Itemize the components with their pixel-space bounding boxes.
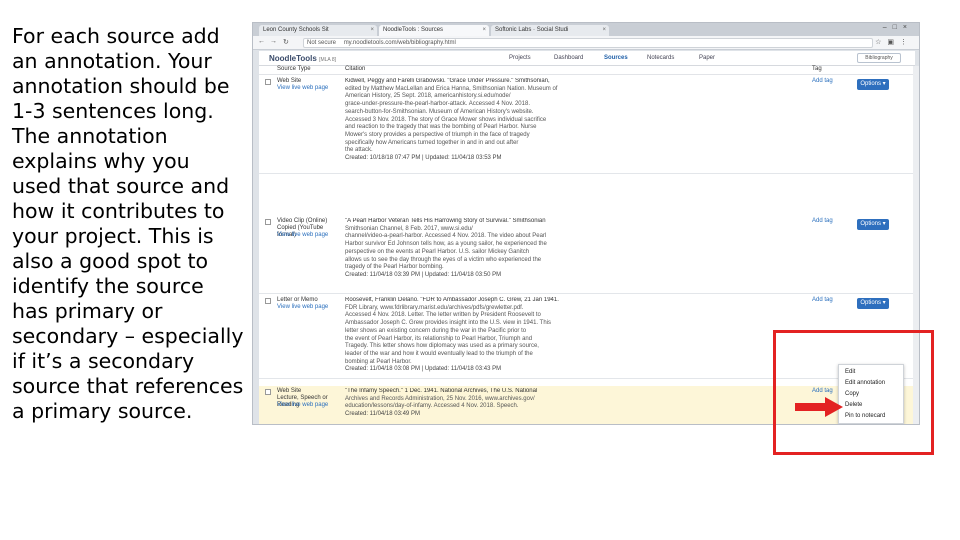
nav-sources[interactable]: Sources [604,55,628,61]
annotation-line: leader of the war and how it would event… [345,350,533,357]
select-checkbox[interactable] [265,219,271,225]
citation: Kidwell, Peggy and Farelli Grabowski. "G… [345,78,683,163]
source-row: Web Site View live web page Kidwell, Peggy… [259,76,915,174]
annotation-line: specifically how Americans turned togeth… [345,139,519,146]
created-timestamp: Created: 11/04/18 03:39 PM | Updated: 11… [345,271,502,278]
options-button[interactable]: Options ▾ [857,219,889,230]
created-timestamp: Created: 11/04/18 03:49 PM [345,411,420,418]
security-label: Not secure [307,40,337,46]
forward-icon[interactable]: → [270,38,277,45]
source-type: Web Site [277,78,302,84]
browser-tab[interactable]: Softonic Labs · Social Studi × [491,25,609,36]
add-tag-link[interactable]: Add tag [812,78,833,84]
view-live-web-page-link[interactable]: View live web page [277,85,328,91]
close-icon[interactable]: × [370,25,374,36]
annotation-line: Tragedy. This letter shows how diplomacy… [345,343,539,350]
select-checkbox[interactable] [265,79,271,85]
bibliography-dropdown[interactable]: Bibliography [857,53,901,63]
source-type: Video Clip (Online) [277,218,328,224]
annotation-line: Harbor survivor Ed Johnson tells how, as… [345,241,547,248]
options-button[interactable]: Options ▾ [857,79,889,90]
close-icon[interactable]: × [602,25,606,36]
chevron-down-icon: ▾ [881,300,886,306]
annotation-line: Accessed 3 Nov. 2018. The story of Grace… [345,116,547,123]
annotation-line: allows us to see the day through the eye… [345,256,542,263]
citation: Roosevelt, Franklin Delano. "FDR to Amba… [345,297,683,374]
back-icon[interactable]: ← [258,38,265,45]
chevron-down-icon: ▾ [881,81,886,87]
annotation-line: education/lessons/day-of-infamy. Accesse… [345,403,519,410]
annotation-line: Archives and Records Administration, 25 … [345,395,535,402]
tab-title: NoodleTools : Sources [383,27,444,33]
column-headers: Source Type Citation Tag [259,66,915,75]
options-label: Options [860,300,881,306]
created-timestamp: Created: 11/04/18 03:08 PM | Updated: 11… [345,366,502,373]
nav-dashboard[interactable]: Dashboard [554,55,583,61]
pointer-arrow-icon [795,397,843,417]
citation: "A Pearl Harbor Veteran Tells His Harrow… [345,218,683,280]
add-tag-link[interactable]: Add tag [812,297,833,303]
noodletools-logo[interactable]: NoodleTools [MLA 8] [269,54,336,63]
select-checkbox[interactable] [265,298,271,304]
annotation-line: grace-under-pressure-the-pearl-harbor-at… [345,101,530,108]
address-bar: ← → ↻ Not secure my.noodletools.com/web/… [253,36,919,50]
source-type: Letter or Memo [277,297,318,303]
annotation-line: Mower's story provides a perspective of … [345,131,530,138]
annotation-line: American History, 25 Sept. 2018, america… [345,93,511,100]
tab-title: Leon County Schools Sit [263,27,329,33]
options-label: Options [860,221,881,227]
annotation-line: the attack. [345,147,373,154]
citation-line: "The Infamy Speech." 1 Dec. 1941. Nation… [345,388,538,394]
citation-line: Roosevelt, Franklin Delano. "FDR to Amba… [345,297,559,303]
annotation-line: and reaction to the tragedy that was the… [345,124,537,131]
browser-tab[interactable]: Leon County Schools Sit × [259,25,377,36]
col-tag: Tag [812,66,822,72]
annotation-line: search-button-for-Smithsonian. Museum of… [345,108,534,115]
select-checkbox[interactable] [265,389,271,395]
view-live-web-page-link[interactable]: View live web page [277,232,328,238]
instruction-text: For each source add an annotation. Your … [12,24,244,423]
citation-line: Kidwell, Peggy and Farelli Grabowski. "G… [345,78,550,84]
window-controls[interactable]: –□× [883,24,913,31]
annotation-line: Accessed 4 Nov. 2018. Letter. The letter… [345,312,541,319]
view-live-web-page-link[interactable]: View live web page [277,402,328,408]
annotation-line: edited by Matthew MacLellan and Erica Ha… [345,85,558,92]
col-citation: Citation [345,66,366,72]
nav-projects[interactable]: Projects [509,55,531,61]
col-source-type: Source Type [277,66,311,72]
app-header: NoodleTools [MLA 8] Projects Dashboard S… [259,51,915,66]
highlight-box [773,330,934,455]
extension-icons[interactable]: ☆▣⋮ [875,38,913,46]
annotation-line: the event of Pearl Harbor, its relations… [345,335,533,342]
annotation-line: perspective on the events at Pearl Harbo… [345,248,530,255]
source-row: Video Clip (Online) Copied (YouTube forma… [259,216,915,294]
logo-text: NoodleTools [269,54,317,63]
nav-notecards[interactable]: Notecards [647,55,674,61]
browser-tab-bar: Leon County Schools Sit × NoodleTools : S… [253,23,919,36]
options-label: Options [860,81,881,87]
annotation-line: tragedy of the Pearl Harbor bombing. [345,264,444,271]
citation-line: "A Pearl Harbor Veteran Tells His Harrow… [345,218,546,224]
add-tag-link[interactable]: Add tag [812,218,833,224]
url-text: my.noodletools.com/web/bibliography.html [343,40,456,46]
browser-tab-active[interactable]: NoodleTools : Sources × [379,25,489,36]
source-type: Web Site [277,388,302,394]
options-button[interactable]: Options ▾ [857,298,889,309]
nav-paper[interactable]: Paper [699,55,715,61]
chevron-down-icon: ▾ [881,221,886,227]
url-field[interactable]: Not secure my.noodletools.com/web/biblio… [303,38,873,48]
close-icon[interactable]: × [482,25,486,36]
citation: "The Infamy Speech." 1 Dec. 1941. Nation… [345,388,683,419]
annotation-line: letter shows an existing concern during … [345,327,527,334]
reload-icon[interactable]: ↻ [283,38,289,46]
annotation-line: channel/video-a-pearl-harbor. Accessed 4… [345,233,547,240]
tab-title: Softonic Labs · Social Studi [495,27,569,33]
annotation-line: Ambassador Joseph C. Grew provides insig… [345,320,551,327]
created-timestamp: Created: 10/18/18 07:47 PM | Updated: 11… [345,155,502,162]
citation-style: [MLA 8] [319,57,337,63]
annotation-line: bombing at Pearl Harbor. [345,358,412,365]
annotation-line: Smithsonian Channel, 8 Feb. 2017, www.si… [345,225,473,232]
view-live-web-page-link[interactable]: View live web page [277,304,328,310]
annotation-line: FDR Library, www.fdrlibrary.marist.edu/a… [345,304,524,311]
